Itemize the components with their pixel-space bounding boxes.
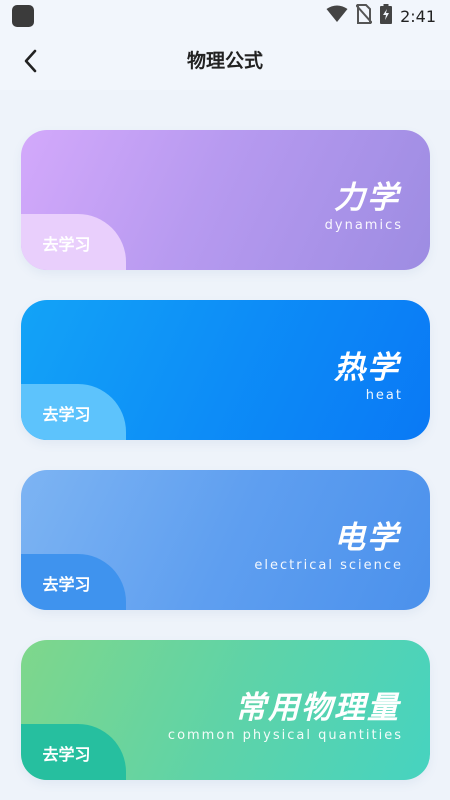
card-title: 热学 [334, 350, 400, 386]
study-button[interactable]: 去学习 [21, 384, 126, 440]
study-button[interactable]: 去学习 [21, 214, 126, 270]
status-bar: 2:41 [0, 0, 450, 32]
card-subtitle: common physical quantities [167, 728, 403, 743]
card-heat[interactable]: 热学 heat 去学习 [21, 300, 430, 440]
app-icon [12, 5, 34, 27]
card-title: 电学 [334, 520, 400, 556]
card-common-physical-quantities[interactable]: 常用物理量 common physical quantities 去学习 [21, 640, 430, 780]
card-electrical-science[interactable]: 电学 electrical science 去学习 [21, 470, 430, 610]
header: 物理公式 [0, 32, 450, 90]
card-dynamics[interactable]: 力学 dynamics 去学习 [21, 130, 430, 270]
study-button[interactable]: 去学习 [21, 724, 126, 780]
status-time: 2:41 [400, 6, 436, 26]
page-title: 物理公式 [186, 50, 263, 72]
card-title: 常用物理量 [235, 690, 400, 726]
no-sim-icon [355, 4, 373, 28]
card-title: 力学 [334, 180, 400, 216]
battery-charging-icon [380, 4, 393, 28]
card-subtitle: electrical science [254, 558, 403, 573]
card-subtitle: dynamics [324, 218, 403, 233]
status-icons: 2:41 [326, 4, 436, 28]
card-subtitle: heat [365, 388, 403, 403]
wifi-icon [326, 5, 348, 27]
study-button[interactable]: 去学习 [21, 554, 126, 610]
